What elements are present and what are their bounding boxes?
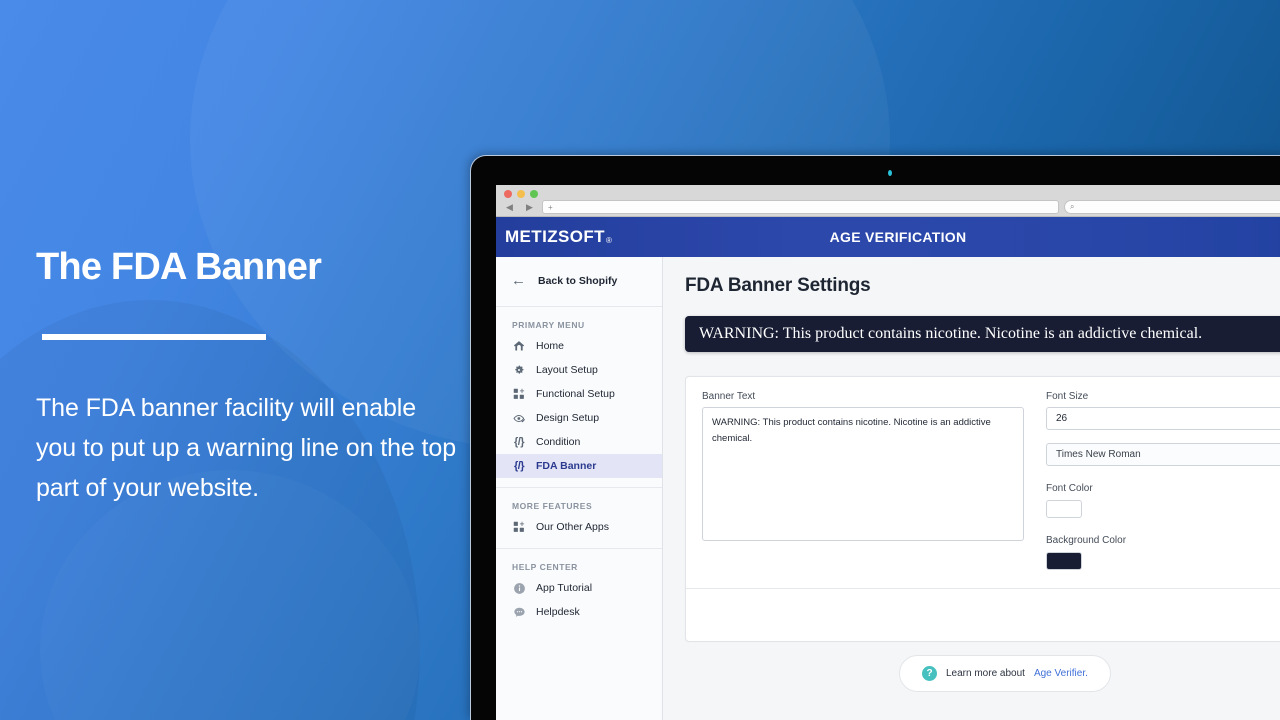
gear-icon [512, 363, 526, 377]
sidebar-section-primary-menu: PRIMARY MENU Home Layout Setup Functiona… [496, 307, 662, 488]
sidebar-item-home[interactable]: Home [496, 334, 662, 358]
metizsoft-logo[interactable]: METIZSOFT ® [505, 227, 612, 247]
window-controls[interactable] [504, 190, 538, 198]
sidebar-item-functional-setup[interactable]: Functional Setup [496, 382, 662, 406]
laptop-mockup: ⤡ ◀ ▶ + ⌕ METIZSOFT ® AGE VERIFICATION [470, 155, 1280, 720]
app-title: AGE VERIFICATION [829, 229, 967, 245]
sidebar-item-app-tutorial[interactable]: App Tutorial [496, 576, 662, 600]
style-column: Font Size 26 Times New Roman Font Color [1046, 391, 1280, 570]
font-color-label: Font Color [1046, 483, 1093, 494]
sidebar-item-label: Layout Setup [536, 364, 598, 376]
settings-card: Banner Text Font Size 26 Times New Roman [685, 376, 1280, 642]
main-content: FDA Banner Settings WARNING: This produc… [663, 257, 1280, 720]
learn-more-text: Learn more about [946, 668, 1025, 679]
settings-card-body: Banner Text Font Size 26 Times New Roman [686, 377, 1280, 588]
sidebar: ← Back to Shopify PRIMARY MENU Home Layo… [496, 257, 663, 720]
eye-check-icon [512, 411, 526, 425]
age-verifier-link[interactable]: Age Verifier. [1034, 668, 1088, 679]
banner-preview: WARNING: This product contains nicotine.… [685, 316, 1280, 352]
font-size-value: 26 [1056, 413, 1068, 424]
sidebar-item-label: FDA Banner [536, 460, 597, 472]
search-icon: ⌕ [1070, 202, 1075, 211]
logo-text: METIZSOFT [505, 227, 605, 246]
sidebar-item-label: Our Other Apps [536, 521, 609, 533]
sidebar-item-label: App Tutorial [536, 582, 593, 594]
learn-more-pill[interactable]: ? Learn more about Age Verifier. [899, 655, 1111, 692]
sidebar-item-layout-setup[interactable]: Layout Setup [496, 358, 662, 382]
sidebar-item-label: Back to Shopify [538, 274, 618, 287]
info-icon [512, 581, 526, 595]
app-header: METIZSOFT ® AGE VERIFICATION [496, 217, 1280, 257]
app-body: ← Back to Shopify PRIMARY MENU Home Layo… [496, 257, 1280, 720]
sidebar-item-fda-banner[interactable]: {/} FDA Banner [496, 454, 662, 478]
sidebar-item-back-to-shopify[interactable]: ← Back to Shopify [496, 264, 662, 297]
font-family-value: Times New Roman [1056, 449, 1141, 460]
close-icon[interactable] [504, 190, 512, 198]
card-footer [686, 589, 1280, 641]
page-title: FDA Banner Settings [685, 275, 871, 296]
sidebar-item-helpdesk[interactable]: Helpdesk [496, 600, 662, 624]
grid-plus-icon [512, 387, 526, 401]
sidebar-section-heading: PRIMARY MENU [512, 320, 585, 330]
sidebar-section-more-features: MORE FEATURES Our Other Apps [496, 488, 662, 549]
sidebar-item-our-other-apps[interactable]: Our Other Apps [496, 515, 662, 539]
font-size-input[interactable]: 26 [1046, 407, 1280, 430]
forward-icon[interactable]: ▶ [522, 201, 537, 214]
banner-text-label: Banner Text [702, 391, 756, 402]
laptop-screen: ⤡ ◀ ▶ + ⌕ METIZSOFT ® AGE VERIFICATION [496, 185, 1280, 720]
maximize-icon[interactable] [530, 190, 538, 198]
home-icon [512, 339, 526, 353]
chat-icon [512, 605, 526, 619]
sidebar-item-label: Functional Setup [536, 388, 615, 400]
code-icon: {/} [513, 436, 525, 448]
address-bar-text: + [548, 202, 553, 212]
banner-text-column: Banner Text [702, 391, 1024, 570]
font-size-label: Font Size [1046, 391, 1089, 402]
sidebar-item-label: Condition [536, 436, 581, 448]
background-color-label: Background Color [1046, 535, 1127, 546]
sidebar-section-heading: HELP CENTER [512, 562, 578, 572]
sidebar-item-label: Helpdesk [536, 606, 580, 618]
font-family-select[interactable]: Times New Roman [1046, 443, 1280, 466]
banner-text-input[interactable] [702, 407, 1024, 541]
question-mark-icon: ? [922, 666, 937, 681]
background-color-swatch[interactable] [1046, 552, 1082, 570]
browser-nav-row: ◀ ▶ + ⌕ [502, 200, 1280, 214]
grid-plus-icon [512, 520, 526, 534]
browser-search-input[interactable]: ⌕ [1064, 200, 1280, 214]
promo-body: The FDA banner facility will enable you … [36, 393, 457, 502]
address-bar[interactable]: + [542, 200, 1059, 214]
font-color-picker[interactable] [1046, 500, 1280, 518]
promo-heading: The FDA Banner [36, 246, 322, 288]
webcam-icon [888, 170, 892, 176]
registered-mark-icon: ® [605, 236, 613, 245]
arrow-left-icon: ← [511, 272, 526, 289]
sidebar-item-label: Home [536, 340, 565, 352]
sidebar-section-back: ← Back to Shopify [496, 257, 662, 307]
sidebar-item-design-setup[interactable]: Design Setup [496, 406, 662, 430]
font-color-swatch[interactable] [1046, 500, 1082, 518]
browser-chrome: ⤡ ◀ ▶ + ⌕ [496, 185, 1280, 217]
promo-divider [42, 333, 266, 340]
back-icon[interactable]: ◀ [502, 201, 517, 214]
background-color-picker[interactable] [1046, 552, 1280, 570]
promo-panel: The FDA Banner The FDA banner facility w… [36, 246, 457, 508]
code-icon: {/} [513, 460, 525, 472]
sidebar-item-label: Design Setup [536, 412, 600, 424]
sidebar-item-condition[interactable]: {/} Condition [496, 430, 662, 454]
sidebar-section-heading: MORE FEATURES [512, 501, 593, 511]
minimize-icon[interactable] [517, 190, 525, 198]
sidebar-section-help-center: HELP CENTER App Tutorial Helpdesk [496, 549, 662, 633]
